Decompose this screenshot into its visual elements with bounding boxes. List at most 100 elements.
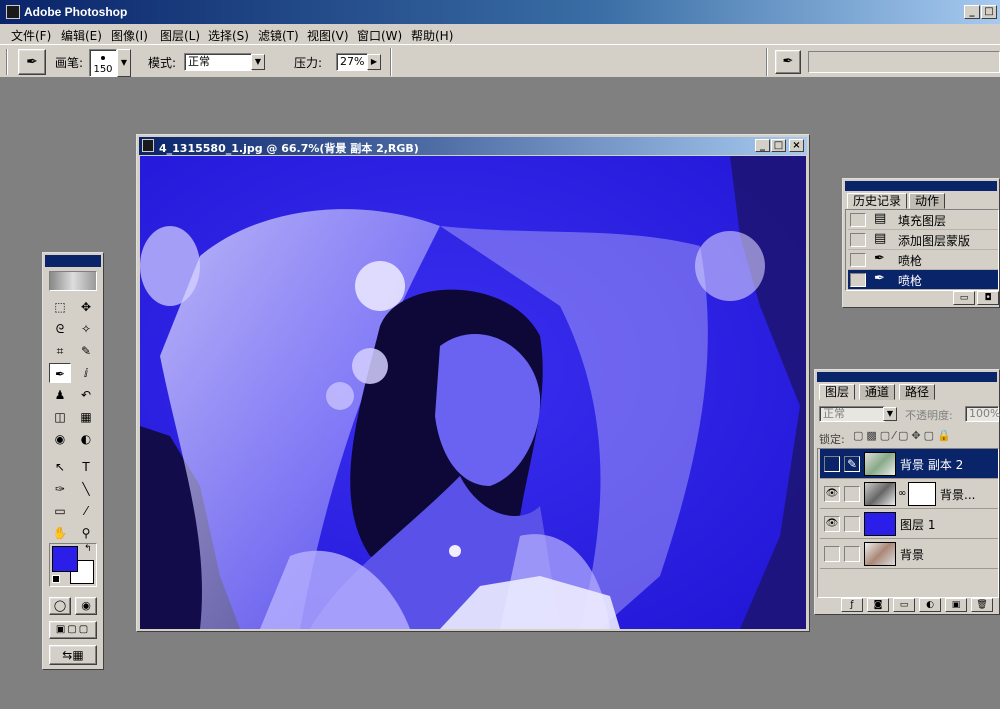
menu-help[interactable]: 帮助(H) <box>411 27 453 44</box>
history-brush-source-checkbox[interactable] <box>850 233 866 247</box>
notes-tool-icon[interactable]: ▭ <box>49 501 71 521</box>
layers-panel-titlebar[interactable] <box>817 372 997 382</box>
history-brush-source-checkbox[interactable] <box>850 273 866 287</box>
layer-style-icon[interactable]: ƒ <box>841 598 863 612</box>
foreground-color-swatch[interactable] <box>52 546 78 572</box>
history-brush-source-checkbox[interactable] <box>850 253 866 267</box>
jump-to-imageready-icon[interactable]: ⇆▦ <box>49 645 97 665</box>
brush-preview[interactable]: 150 <box>89 49 117 77</box>
type-tool-icon[interactable]: T <box>75 457 97 477</box>
standard-mode-icon[interactable]: ◯ <box>49 597 71 615</box>
layer-row-selected[interactable]: ✎ 背景 副本 2 <box>820 449 998 479</box>
new-set-icon[interactable]: ▭ <box>893 598 915 612</box>
eye-icon[interactable]: 👁 <box>824 486 840 502</box>
adjustment-layer-icon[interactable]: ◐ <box>919 598 941 612</box>
history-item[interactable]: ▤ 添加图层蒙版 <box>848 230 998 250</box>
link-toggle[interactable] <box>844 486 860 502</box>
options-bar: ✒ 画笔: 150 ▼ 模式: 正常 ▼ 压力: 27% ▶ ✒ <box>0 44 1000 78</box>
maximize-button[interactable]: □ <box>981 5 997 19</box>
blend-mode-select[interactable]: 正常 <box>819 406 885 422</box>
document-window: 4_1315580_1.jpg @ 66.7%(背景 副本 2,RGB) _ □… <box>136 134 810 632</box>
add-mask-icon[interactable]: ◙ <box>867 598 889 612</box>
trash-icon[interactable]: 🗑 <box>971 598 993 612</box>
menu-view[interactable]: 视图(V) <box>307 27 349 44</box>
history-brush-tool-icon[interactable]: ↶ <box>75 385 97 405</box>
blur-tool-icon[interactable]: ◉ <box>49 429 71 449</box>
menu-edit[interactable]: 编辑(E) <box>61 27 102 44</box>
brush-edit-icon[interactable]: ✎ <box>844 456 860 472</box>
history-panel-titlebar[interactable] <box>845 181 997 191</box>
tab-actions[interactable]: 动作 <box>909 193 946 209</box>
tab-layers[interactable]: 图层 <box>819 384 856 400</box>
menu-image[interactable]: 图像(I) <box>111 27 148 44</box>
eyedropper-tool-icon[interactable]: ⁄ <box>75 501 97 521</box>
mask-link-icon[interactable]: ∞ <box>898 488 906 499</box>
hand-tool-icon[interactable]: ✋ <box>49 523 71 543</box>
toolbox-titlebar[interactable] <box>45 255 101 267</box>
paintbrush-tool-icon[interactable]: ⅈ <box>75 363 97 383</box>
tab-channels[interactable]: 通道 <box>859 384 896 400</box>
layer-row[interactable]: 👁 图层 1 <box>820 509 998 539</box>
brush-dynamics-icon[interactable]: ✒ <box>775 50 801 74</box>
mode-select[interactable]: 正常 <box>184 53 252 71</box>
path-select-tool-icon[interactable]: ↖ <box>49 457 71 477</box>
layer-row[interactable]: 背景 🔒 <box>820 539 998 569</box>
pen-tool-icon[interactable]: ✑ <box>49 479 71 499</box>
mode-dropdown-arrow-icon[interactable]: ▼ <box>251 54 265 70</box>
eraser-tool-icon[interactable]: ◫ <box>49 407 71 427</box>
swap-colors-icon[interactable]: ↰ <box>84 544 92 554</box>
menu-file[interactable]: 文件(F) <box>11 27 51 44</box>
link-toggle[interactable] <box>844 546 860 562</box>
link-toggle[interactable] <box>844 516 860 532</box>
document-icon <box>142 139 154 152</box>
visibility-toggle[interactable] <box>824 456 840 472</box>
gradient-tool-icon[interactable]: ▦ <box>75 407 97 427</box>
menu-select[interactable]: 选择(S) <box>208 27 249 44</box>
screen-mode-icon[interactable]: ▣▢▢ <box>49 621 97 639</box>
mode-label: 模式: <box>148 56 177 70</box>
doc-maximize-button[interactable]: □ <box>771 139 786 152</box>
menu-layer[interactable]: 图层(L) <box>160 27 200 44</box>
blend-mode-dropdown-arrow-icon[interactable]: ▼ <box>883 407 897 421</box>
doc-minimize-button[interactable]: _ <box>755 139 770 152</box>
menu-window[interactable]: 窗口(W) <box>357 27 402 44</box>
layer-row[interactable]: 👁 ∞ 背景... <box>820 479 998 509</box>
history-brush-source-checkbox[interactable] <box>850 213 866 227</box>
adobe-online-icon[interactable] <box>49 271 97 291</box>
tab-paths[interactable]: 路径 <box>899 384 936 400</box>
line-tool-icon[interactable]: ╲ <box>75 479 97 499</box>
minimize-button[interactable]: _ <box>964 5 980 19</box>
pressure-input[interactable]: 27% <box>336 53 368 71</box>
doc-close-button[interactable]: × <box>789 139 804 152</box>
slice-tool-icon[interactable]: ✎ <box>75 341 97 361</box>
visibility-toggle[interactable] <box>824 546 840 562</box>
magic-wand-tool-icon[interactable]: ✧ <box>75 319 97 339</box>
quick-mask-mode-icon[interactable]: ◉ <box>75 597 97 615</box>
tab-history[interactable]: 历史记录 <box>847 193 908 209</box>
crop-tool-icon[interactable]: ⌗ <box>49 341 71 361</box>
history-item[interactable]: ✒ 喷枪 <box>848 250 998 270</box>
menu-filter[interactable]: 滤镜(T) <box>258 27 299 44</box>
palette-well[interactable] <box>808 51 1000 73</box>
rubber-stamp-tool-icon[interactable]: ♟ <box>49 385 71 405</box>
toolbox-panel: ⬚ ✥ ᘓ ✧ ⌗ ✎ ✒ ⅈ ♟ ↶ ◫ ▦ ◉ ◐ ↖ T ✑ ╲ ▭ ⁄ ✋ ⚲ ↰ ◯ ◉ ▣▢▢ ⇆▦ <box>42 252 104 670</box>
lock-icons[interactable]: ▢▩▢⁄▢✥▢🔒 <box>853 429 954 442</box>
history-item[interactable]: ▤ 填充图层 <box>848 210 998 230</box>
pressure-slider-arrow-icon[interactable]: ▶ <box>367 54 381 70</box>
new-document-from-state-icon[interactable]: ▭ <box>953 291 975 305</box>
new-snapshot-icon[interactable]: ◘ <box>977 291 999 305</box>
dodge-tool-icon[interactable]: ◐ <box>75 429 97 449</box>
lasso-tool-icon[interactable]: ᘓ <box>49 319 71 339</box>
tool-preset-airbrush-icon[interactable]: ✒ <box>18 49 46 75</box>
default-colors-icon[interactable] <box>52 575 60 583</box>
history-item-selected[interactable]: ✒ 喷枪 <box>848 270 998 290</box>
eye-icon[interactable]: 👁 <box>824 516 840 532</box>
airbrush-tool-icon[interactable]: ✒ <box>49 363 71 383</box>
document-canvas[interactable] <box>140 156 806 629</box>
marquee-tool-icon[interactable]: ⬚ <box>49 297 71 317</box>
opacity-input[interactable]: 100% <box>965 406 1000 422</box>
brush-dropdown-arrow-icon[interactable]: ▼ <box>117 49 131 77</box>
new-layer-icon[interactable]: ▣ <box>945 598 967 612</box>
zoom-tool-icon[interactable]: ⚲ <box>75 523 97 543</box>
move-tool-icon[interactable]: ✥ <box>75 297 97 317</box>
